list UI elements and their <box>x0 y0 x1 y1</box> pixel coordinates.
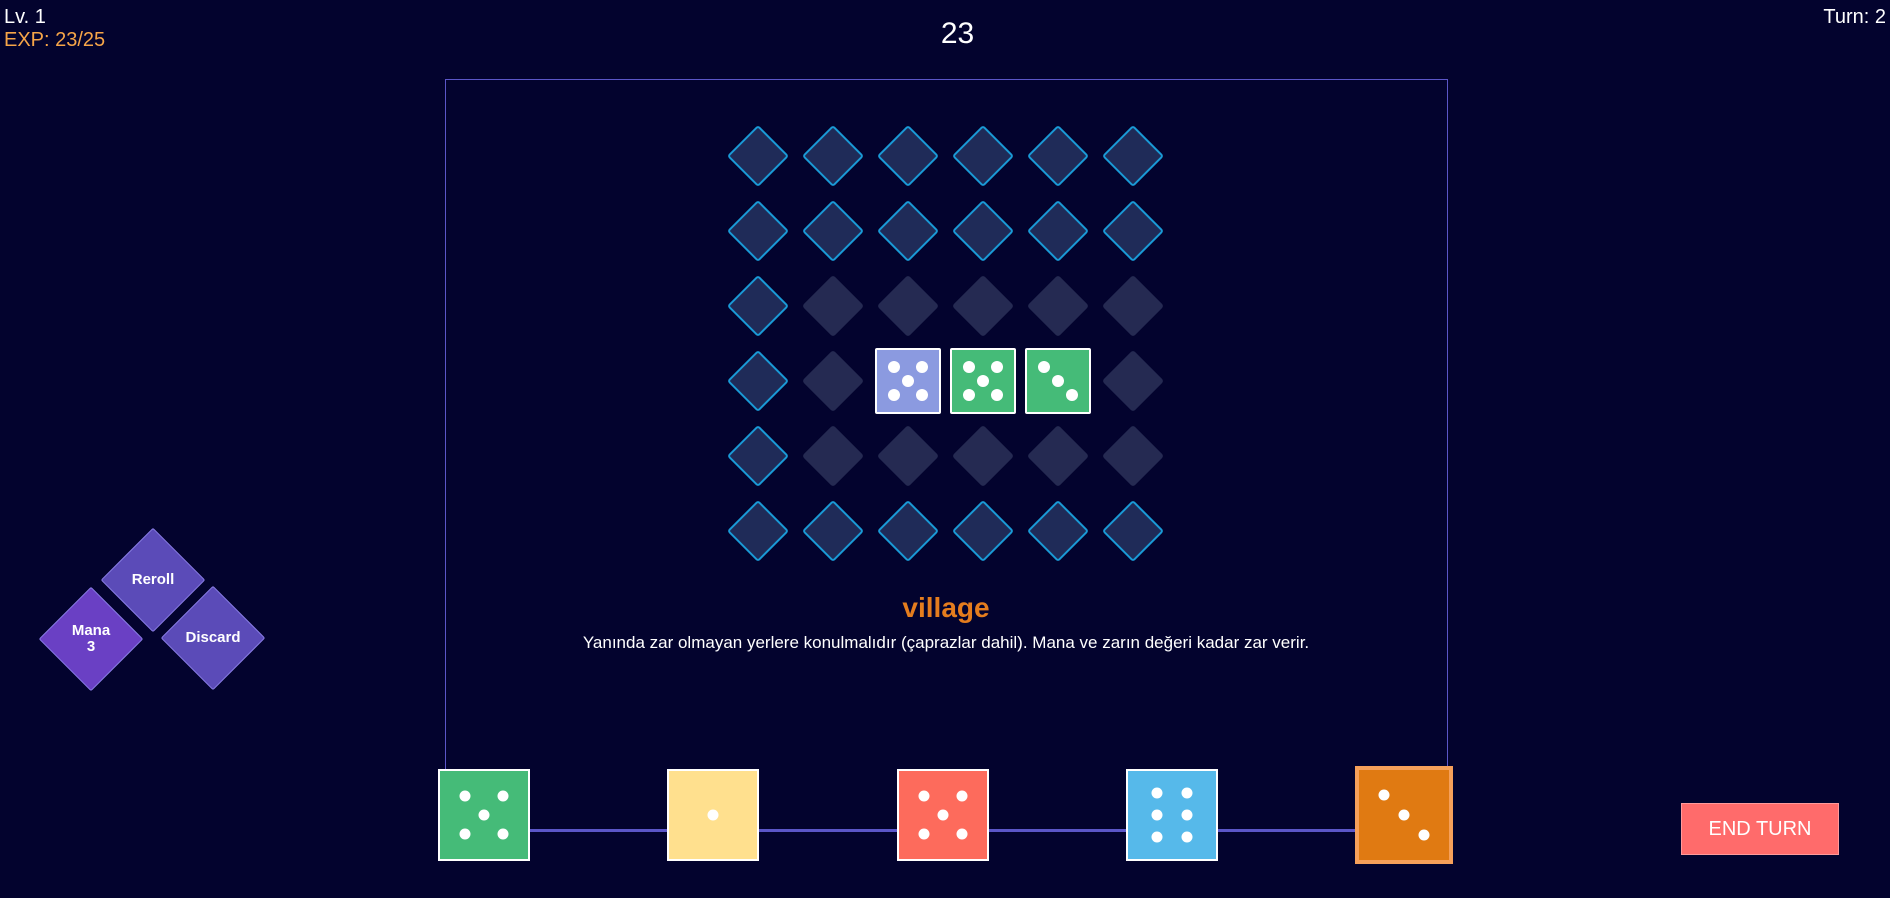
die-pip <box>497 828 509 840</box>
die-pip <box>497 790 509 802</box>
die-pip <box>1151 831 1163 843</box>
die-pip <box>1181 809 1193 821</box>
die-pip <box>1181 787 1193 799</box>
board-frame <box>445 79 1448 832</box>
die-pip <box>963 388 976 401</box>
die-pip <box>977 375 989 387</box>
die-pip <box>990 388 1003 401</box>
discard-label: Discard <box>185 628 241 646</box>
die-pip <box>918 828 930 840</box>
end-turn-button[interactable]: END TURN <box>1681 803 1839 855</box>
hand-die[interactable] <box>1355 766 1453 864</box>
mana-indicator[interactable]: Mana 3 <box>38 586 144 692</box>
die-pip <box>1065 388 1078 401</box>
die-pip <box>902 375 914 387</box>
die-pip <box>1181 831 1193 843</box>
die-pip <box>888 388 901 401</box>
die-pip <box>1151 787 1163 799</box>
die-pip <box>1378 789 1390 801</box>
board-die <box>950 348 1016 414</box>
card-title: village <box>902 592 990 623</box>
discard-button[interactable]: Discard <box>160 585 266 691</box>
die-pip <box>478 809 490 821</box>
die-pip <box>888 361 901 374</box>
die-pip <box>1418 829 1430 841</box>
game-stage: Lv. 1 EXP: 23/25 23 Turn: 2 village Yanı… <box>0 0 1890 898</box>
die-pip <box>915 361 928 374</box>
die-pip <box>956 790 968 802</box>
die-pip <box>937 809 949 821</box>
die-pip <box>990 361 1003 374</box>
die-pip <box>459 790 471 802</box>
die-pip <box>459 828 471 840</box>
score-counter: 23 <box>940 17 975 50</box>
die-pip <box>707 809 719 821</box>
die-pip <box>1398 809 1410 821</box>
turn-counter: Turn: 2 <box>1823 6 1886 28</box>
die-pip <box>1151 809 1163 821</box>
die-pip <box>1038 361 1051 374</box>
mana-label: Mana <box>71 621 111 639</box>
die-pip <box>915 388 928 401</box>
board-die <box>875 348 941 414</box>
hand-die[interactable] <box>897 769 989 861</box>
hand-die[interactable] <box>438 769 530 861</box>
die-pip <box>918 790 930 802</box>
die-pip <box>1052 375 1064 387</box>
card-description: Yanında zar olmayan yerlere konulmalıdır… <box>582 633 1310 652</box>
hand-die[interactable] <box>1126 769 1218 861</box>
board-die <box>1025 348 1091 414</box>
hand-die[interactable] <box>667 769 759 861</box>
die-pip <box>963 361 976 374</box>
mana-value: 3 <box>86 638 96 655</box>
die-pip <box>956 828 968 840</box>
